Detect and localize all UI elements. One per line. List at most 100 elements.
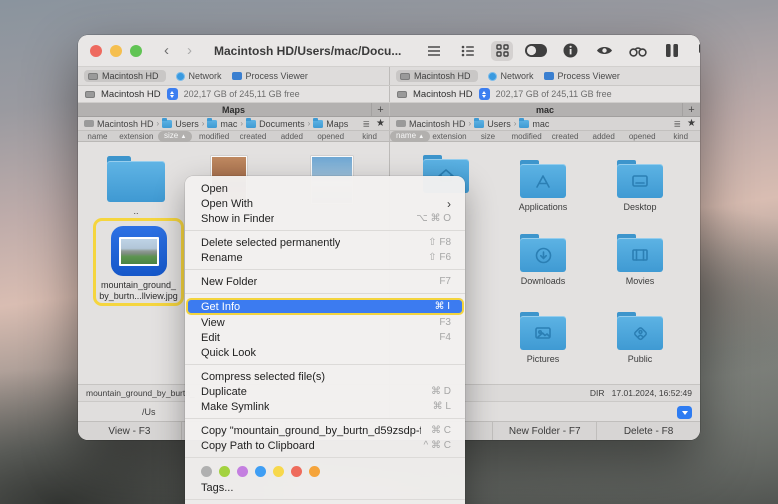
menu-item-tags[interactable]: Tags... [185,480,465,495]
column-header[interactable]: extension [430,132,469,141]
menu-item-new-folder[interactable]: New Folder F7 [185,274,465,289]
menu-item-open-with[interactable]: Open With › [185,196,465,211]
network-icon [487,71,497,81]
tag-green[interactable] [219,466,230,477]
menu-item-copy-path[interactable]: Copy Path to Clipboard ^ ⌘ C [185,438,465,453]
info-icon[interactable] [559,41,581,61]
menu-item-copy-filename[interactable]: Copy "mountain_ground_by_burtn_d59zsdp-f… [185,423,465,438]
column-header[interactable]: added [272,132,311,141]
breadcrumb-segment[interactable]: mac [220,119,237,129]
close-window-button[interactable] [90,44,102,57]
menu-item-rename[interactable]: Rename ⇧ F6 [185,250,465,265]
menu-separator [185,269,465,270]
column-header[interactable]: created [234,132,273,141]
parent-folder-item[interactable]: .. [103,156,169,216]
folder-item[interactable]: Pictures [510,312,576,364]
menu-item-get-info[interactable]: Get Info ⌘ I [186,298,464,315]
menu-item-make-symlink[interactable]: Make Symlink ⌘ L [185,399,465,414]
column-header[interactable]: kind [350,132,389,141]
menu-item-duplicate[interactable]: Duplicate ⌘ D [185,384,465,399]
favorite-process-viewer[interactable]: Process Viewer [543,71,620,81]
favorite-macintosh-hd[interactable]: Macintosh HD [84,70,166,82]
search-binoculars-icon[interactable] [627,41,649,61]
path-menu-icon[interactable]: ≣ [362,119,369,130]
folder-item[interactable]: Desktop [607,160,673,212]
dual-pane-icon[interactable] [661,41,683,61]
tag-orange[interactable] [309,466,320,477]
breadcrumb: Macintosh HD › Users › mac › Documents › Map… [78,117,389,130]
folder-item[interactable]: Public [607,312,673,364]
breadcrumb-segment[interactable]: Macintosh HD [409,119,466,129]
favorite-network[interactable]: Network [175,71,222,81]
breadcrumb-segment[interactable]: Macintosh HD [97,119,154,129]
tag-yellow[interactable] [273,466,284,477]
selected-file-label: mountain_ground_ by_burtn...llview.jpg [99,280,178,301]
folder-item[interactable]: Downloads [510,234,576,286]
breadcrumb-segment[interactable]: Documents [259,119,305,129]
menu-item-edit[interactable]: Edit F4 [185,330,465,345]
menu-item-view[interactable]: View F3 [185,315,465,330]
path-menu-icon[interactable]: ≣ [673,119,680,130]
folder-item[interactable]: Applications [510,160,576,212]
column-header[interactable]: size [469,132,508,141]
tab-mac[interactable]: mac + [389,103,700,116]
new-folder-button[interactable]: New Folder - F7 [492,422,596,440]
new-tab-button[interactable]: + [682,103,700,116]
desktop-background: ‹ › Macintosh HD/Users/mac/Docu... Macin… [0,0,778,504]
column-header[interactable]: name [78,132,117,141]
toggle-panels-icon[interactable] [525,41,548,61]
folder-item[interactable]: Movies [607,234,673,286]
menu-item-compress[interactable]: Compress selected file(s) [185,369,465,384]
history-dropdown-button[interactable] [677,406,692,419]
breadcrumb-segment[interactable]: mac [532,119,549,129]
column-header-sorted[interactable]: name ▲ [390,130,431,142]
drive-selector-stepper[interactable] [166,88,178,100]
breadcrumb-segment[interactable]: Maps [326,119,348,129]
tag-blue[interactable] [255,466,266,477]
chevron-down-icon [681,410,688,415]
favorite-macintosh-hd[interactable]: Macintosh HD [396,70,478,82]
new-tab-button[interactable]: + [371,103,389,116]
full-view-icon[interactable] [423,41,445,61]
column-header[interactable]: modified [507,132,546,141]
brief-view-icon[interactable] [457,41,479,61]
menu-item-delete-permanently[interactable]: Delete selected permanently ⇧ F8 [185,235,465,250]
minimize-window-button[interactable] [110,44,122,57]
selected-file-item[interactable]: mountain_ground_ by_burtn...llview.jpg [93,218,184,306]
favorite-star-icon[interactable]: ★ [376,119,385,129]
delete-button[interactable]: Delete - F8 [596,422,700,440]
favorite-process-viewer[interactable]: Process Viewer [231,71,308,81]
column-header[interactable]: opened [623,132,662,141]
breadcrumb-segment[interactable]: Users [175,119,199,129]
network-share-icon[interactable] [695,41,700,61]
back-button[interactable]: ‹ [164,43,169,58]
menu-item-quick-look[interactable]: Quick Look [185,345,465,360]
view-button[interactable]: View - F3 [78,422,181,440]
column-header[interactable]: added [584,132,623,141]
column-header[interactable]: created [546,132,585,141]
drive-selector-stepper[interactable] [478,88,490,100]
column-header[interactable]: modified [195,132,234,141]
favorite-star-icon[interactable]: ★ [687,119,696,129]
tab-maps[interactable]: Maps + [78,103,389,116]
tag-purple[interactable] [237,466,248,477]
tag-red[interactable] [291,466,302,477]
menu-item-open[interactable]: Open [185,181,465,196]
eye-icon[interactable] [593,41,615,61]
menu-item-show-in-finder[interactable]: Show in Finder ⌥ ⌘ O [185,211,465,226]
column-header-bar: name extension size ▲ modified created a… [78,130,700,142]
tag-gray[interactable] [201,466,212,477]
forward-button[interactable]: › [187,43,192,58]
folder-icon [474,117,485,128]
disk-icon [397,90,407,98]
column-header[interactable]: extension [117,132,156,141]
favorite-network[interactable]: Network [487,71,534,81]
breadcrumb-segment[interactable]: Users [487,119,511,129]
drive-name: Macintosh HD [101,88,161,100]
folder-icon [207,117,218,128]
column-header-sorted[interactable]: size ▲ [156,130,195,142]
column-header[interactable]: opened [311,132,350,141]
column-header[interactable]: kind [661,132,700,141]
thumbs-view-icon[interactable] [491,40,514,61]
zoom-window-button[interactable] [130,44,142,57]
